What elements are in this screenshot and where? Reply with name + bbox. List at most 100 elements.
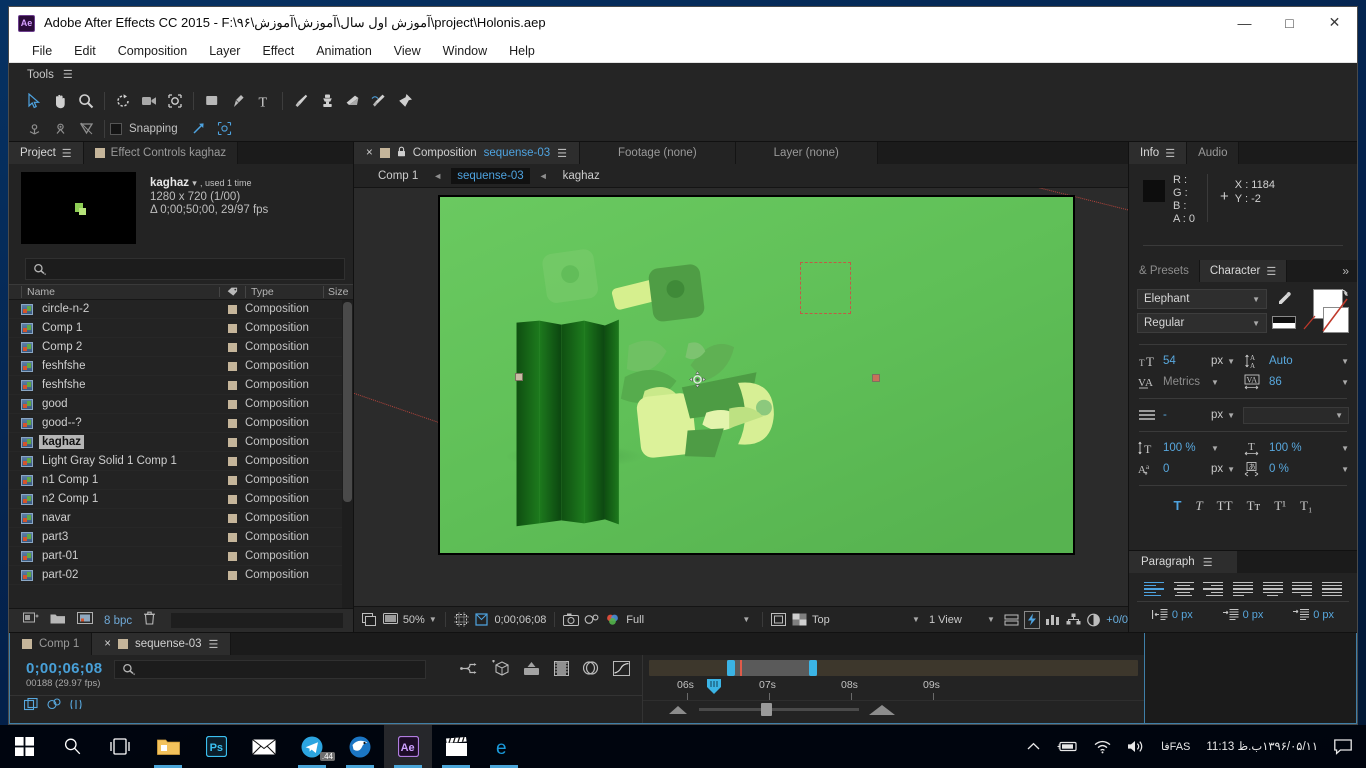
take-snapshot-icon[interactable]: [563, 611, 580, 629]
photoshop-icon[interactable]: Ps: [192, 725, 240, 768]
show-snapshot-icon[interactable]: [584, 611, 600, 629]
list-item[interactable]: good--? Composition: [9, 414, 353, 433]
delete-icon[interactable]: [143, 611, 156, 630]
faux-italic-button[interactable]: T: [1195, 498, 1202, 514]
region-of-interest-icon[interactable]: [474, 611, 489, 629]
motion-blur-icon[interactable]: [523, 661, 540, 681]
menu-effect[interactable]: Effect: [251, 42, 305, 60]
clock[interactable]: 11:13 ب.ظ ۱۳۹۶/۰۵/۱۱: [1198, 725, 1326, 768]
composition-panel-menu-icon[interactable]: ☰: [557, 147, 567, 160]
timeline-work-area-range[interactable]: [727, 660, 817, 676]
list-item[interactable]: part-01 Composition: [9, 547, 353, 566]
exposure-offset-value[interactable]: +0/0: [1106, 614, 1128, 626]
task-view-icon[interactable]: [96, 725, 144, 768]
info-panel-menu-icon[interactable]: ☰: [1165, 147, 1175, 160]
premiere-clapper-icon[interactable]: [432, 725, 480, 768]
chevron-down-icon[interactable]: ▼: [1341, 378, 1349, 387]
project-search-input[interactable]: [25, 258, 345, 280]
show-hidden-icons-chevron[interactable]: [1019, 725, 1048, 768]
character-panel-menu-icon[interactable]: ☰: [1266, 265, 1276, 278]
layer-selection-rectangle[interactable]: [800, 262, 851, 314]
item-label-tag[interactable]: [219, 361, 245, 371]
chevron-down-icon[interactable]: ▼: [1341, 465, 1349, 474]
chevron-down-icon[interactable]: ▼: [742, 615, 750, 624]
justify-all-button[interactable]: [1322, 582, 1343, 597]
scrollbar-thumb[interactable]: [343, 302, 352, 502]
list-item[interactable]: part3 Composition: [9, 528, 353, 547]
all-caps-button[interactable]: TT: [1217, 498, 1233, 514]
comp-flowchart-icon[interactable]: [1065, 611, 1081, 629]
leading-field[interactable]: AA Auto ▼: [1243, 352, 1349, 370]
menu-animation[interactable]: Animation: [305, 42, 383, 60]
eraser-tool-icon[interactable]: [340, 88, 366, 114]
timeline-playhead[interactable]: [706, 678, 722, 695]
item-label-tag[interactable]: [219, 437, 245, 447]
timeline-ruler[interactable]: 06s 07s 08s 09s: [649, 676, 1138, 700]
show-channel-icon[interactable]: [605, 611, 621, 629]
faux-bold-button[interactable]: T: [1173, 498, 1181, 514]
hand-tool-icon[interactable]: [47, 88, 73, 114]
parent-link-icon[interactable]: [460, 661, 477, 681]
tab-character[interactable]: Character ☰: [1199, 260, 1288, 282]
chevron-down-icon[interactable]: ▼: [1341, 357, 1349, 366]
horizontal-scale-field[interactable]: T 100 % ▼: [1243, 439, 1349, 457]
tab-audio[interactable]: Audio: [1187, 142, 1240, 164]
clone-stamp-tool-icon[interactable]: [314, 88, 340, 114]
after-effects-icon[interactable]: Ae: [384, 725, 432, 768]
chevron-down-icon[interactable]: ▼: [1211, 378, 1219, 387]
tab-effects-presets[interactable]: & Presets: [1129, 260, 1200, 282]
item-label-tag[interactable]: [219, 380, 245, 390]
superscript-button[interactable]: T¹: [1274, 498, 1286, 514]
menu-composition[interactable]: Composition: [107, 42, 198, 60]
toggle-transparency-grid-icon[interactable]: [792, 611, 807, 629]
project-item-list[interactable]: circle-n-2 Composition Comp 1 Compositio…: [9, 300, 353, 608]
toggle-shy-layers-icon[interactable]: [47, 697, 61, 714]
maximize-button[interactable]: □: [1267, 7, 1312, 38]
timeline-navigator[interactable]: [649, 660, 1138, 676]
timeline-tab-comp-1[interactable]: Comp 1: [10, 633, 93, 655]
orbit-camera-icon[interactable]: [47, 116, 73, 142]
column-header-type[interactable]: Type: [245, 286, 323, 298]
choose-grid-guides-icon[interactable]: [453, 611, 469, 629]
project-list-scrollbar[interactable]: [342, 300, 353, 608]
list-item[interactable]: Light Gray Solid 1 Comp 1 Composition: [9, 452, 353, 471]
pixel-aspect-correction-icon[interactable]: [1004, 611, 1019, 629]
composition-viewport[interactable]: [354, 188, 1128, 606]
region-of-interest-toggle-icon[interactable]: [771, 611, 787, 629]
align-center-button[interactable]: [1173, 582, 1194, 597]
list-item[interactable]: part-02 Composition: [9, 566, 353, 585]
font-family-select[interactable]: Elephant ▼: [1137, 289, 1267, 309]
minimize-button[interactable]: —: [1222, 7, 1267, 38]
search-icon[interactable]: [48, 725, 96, 768]
action-center-icon[interactable]: [1326, 725, 1360, 768]
file-explorer-icon[interactable]: [144, 725, 192, 768]
breadcrumb-kaghaz[interactable]: kaghaz: [557, 168, 606, 184]
item-label-tag[interactable]: [219, 456, 245, 466]
timeline-panel-menu-icon[interactable]: ☰: [209, 638, 219, 651]
layers-stack-icon[interactable]: [582, 661, 599, 681]
views-control[interactable]: 1 View ▼: [929, 614, 999, 626]
list-item[interactable]: feshfshe Composition: [9, 376, 353, 395]
pan-behind-tool-icon[interactable]: [162, 88, 188, 114]
text-stroke-swatch[interactable]: [1272, 316, 1296, 329]
track-camera-icon[interactable]: [73, 116, 99, 142]
zoom-in-icon[interactable]: [869, 705, 895, 715]
timeline-tab-sequense-03[interactable]: × sequense-03 ☰: [92, 633, 232, 655]
thunderbird-icon[interactable]: [336, 725, 384, 768]
toggle-switches-modes-icon[interactable]: [23, 697, 38, 714]
edge-icon[interactable]: e: [480, 725, 528, 768]
magnification-control[interactable]: 50% ▼: [403, 614, 437, 626]
layer-anchor-handle-right[interactable]: [872, 374, 880, 382]
list-item[interactable]: navar Composition: [9, 509, 353, 528]
bit-depth-label[interactable]: 8 bpc: [104, 615, 132, 627]
reset-exposure-icon[interactable]: [1086, 611, 1101, 629]
stroke-color-swatch[interactable]: [1323, 307, 1349, 333]
font-size-field[interactable]: TT 54 px ▼: [1137, 352, 1243, 370]
project-panel-menu-icon[interactable]: ☰: [62, 147, 72, 160]
baseline-shift-field[interactable]: Aa 0 px ▼: [1137, 460, 1243, 478]
view-layout-control[interactable]: Top ▼: [812, 614, 924, 626]
menu-file[interactable]: File: [21, 42, 63, 60]
roto-brush-tool-icon[interactable]: [366, 88, 392, 114]
list-item[interactable]: Comp 1 Composition: [9, 319, 353, 338]
tab-close-icon[interactable]: ×: [366, 147, 373, 159]
